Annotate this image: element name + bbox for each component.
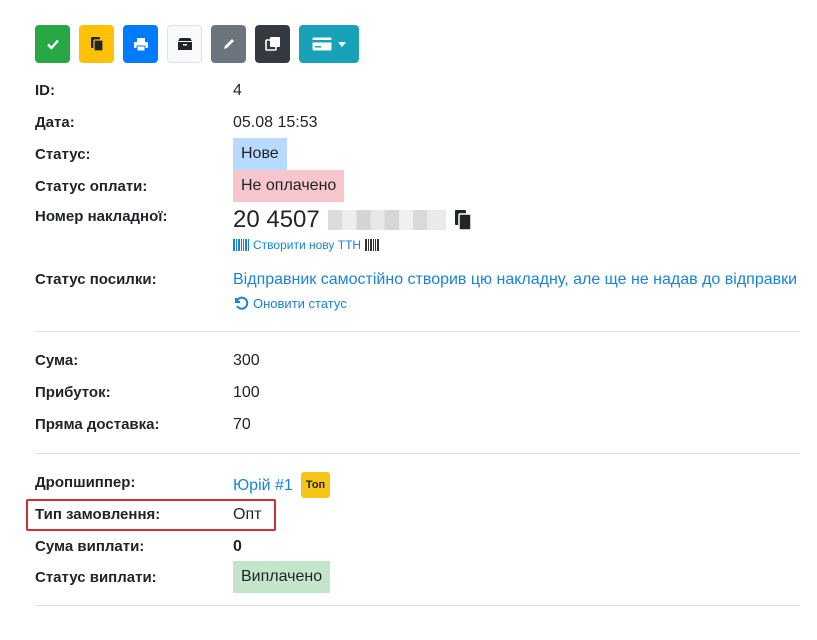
print-button[interactable] [123,25,158,63]
date-value: 05.08 15:53 [233,114,318,131]
row-dropshipper: Дропшиппер: Юрій #1 Топ [35,472,800,498]
payout-status-badge: Виплачено [233,561,331,593]
payment-status-label: Статус оплати: [35,178,148,195]
refresh-icon [235,296,249,310]
parcel-status-label: Статус посилки: [35,271,157,288]
duplicate-icon [264,37,280,51]
row-payout-sum: Сума виплати: 0 [35,536,800,558]
duplicate-button[interactable] [255,25,290,63]
copy-waybill-icon[interactable] [454,209,472,231]
id-value: 4 [233,82,242,99]
print-icon [133,37,148,51]
action-toolbar [35,25,359,63]
row-date: Дата: 05.08 15:53 [35,112,800,134]
section-divider [35,453,800,454]
barcode-icon [233,239,249,251]
box-icon [177,38,192,50]
dropshipper-top-badge: Топ [300,472,331,498]
row-waybill: Номер накладної: 20 4507 Створити нову Т… [35,206,800,252]
row-direct-delivery: Пряма доставка: 70 [35,414,800,436]
refresh-status-link-text: Оновити статус [253,295,347,311]
status-label: Статус: [35,146,91,163]
row-profit: Прибуток: 100 [35,382,800,404]
copy-icon [90,37,104,52]
profit-value: 100 [233,384,260,401]
payout-status-label: Статус виплати: [35,569,157,586]
order-type-value: Опт [233,506,262,523]
section-divider [35,605,800,606]
date-label: Дата: [35,114,75,131]
dropshipper-label: Дропшиппер: [35,474,136,491]
sum-value: 300 [233,352,260,369]
barcode-icon [365,239,380,251]
payment-dropdown-button[interactable] [299,25,359,63]
row-sum: Сума: 300 [35,350,800,372]
parcel-status-value[interactable]: Відправник самостійно створив цю накладн… [233,269,797,291]
check-button[interactable] [35,25,70,63]
check-icon [46,39,59,50]
create-ttn-link-text: Створити нову ТТН [253,238,362,252]
id-label: ID: [35,82,55,99]
status-badge: Нове [233,138,287,170]
section-divider [35,331,800,332]
create-ttn-link[interactable]: Створити нову ТТН [233,238,472,252]
waybill-label: Номер накладної: [35,208,168,225]
payout-sum-value: 0 [233,538,242,555]
waybill-number: 20 4507 [233,206,320,233]
row-id: ID: 4 [35,80,800,102]
row-payment-status: Статус оплати: Не оплачено [35,170,800,202]
row-status: Статус: Нове [35,138,800,170]
direct-delivery-value: 70 [233,416,251,433]
payout-sum-label: Сума виплати: [35,538,145,555]
dropshipper-link[interactable]: Юрій #1 [233,477,293,494]
sum-label: Сума: [35,352,79,369]
pencil-icon [223,39,234,49]
credit-card-icon [312,37,332,51]
order-type-label: Тип замовлення: [35,506,161,523]
refresh-status-link[interactable]: Оновити статус [233,295,797,311]
row-order-type: Тип замовлення: Опт [35,504,800,526]
row-parcel-status: Статус посилки: Відправник самостійно ст… [35,269,800,311]
waybill-number-redacted [327,210,446,230]
row-payout-status: Статус виплати: Виплачено [35,561,800,593]
profit-label: Прибуток: [35,384,111,401]
payment-status-badge: Не оплачено [233,170,345,202]
edit-button[interactable] [211,25,246,63]
box-button[interactable] [167,25,202,63]
caret-down-icon [338,41,346,47]
copy-button[interactable] [79,25,114,63]
direct-delivery-label: Пряма доставка: [35,416,160,433]
